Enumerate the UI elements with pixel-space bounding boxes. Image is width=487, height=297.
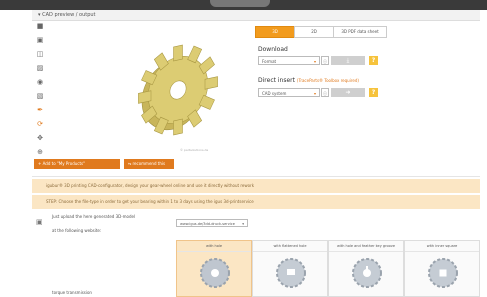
pan-icon[interactable]: ✥ xyxy=(36,134,44,142)
variant-with-hole[interactable]: with hole xyxy=(176,240,252,297)
download-button[interactable]: ⤓ xyxy=(331,56,365,65)
variant-label: with flattened hole xyxy=(253,241,327,252)
toolbox-required-link[interactable]: (TraceParts® Toolbox required) xyxy=(297,78,359,83)
divider xyxy=(32,176,480,177)
variant-feather-key-groove[interactable]: with hole and feather key groove xyxy=(328,240,404,297)
tab-3d[interactable]: 3D xyxy=(255,26,295,38)
share-icon: ⥆ xyxy=(128,161,132,166)
cad-system-select[interactable]: CAD system ▾ xyxy=(258,88,320,97)
format-select[interactable]: Format ▾ xyxy=(258,56,320,65)
gear-keyway-icon xyxy=(352,258,382,288)
website-select[interactable]: www.igus.de/3dd-druck-service ▾ xyxy=(176,219,248,227)
direct-insert-help-button[interactable]: ? xyxy=(369,88,378,97)
variant-label: with hole xyxy=(177,241,251,252)
upload-instruction: Just upload the here generated 3D-model xyxy=(52,214,136,219)
view-front-icon[interactable]: ■ xyxy=(36,22,44,30)
tab-3d-pdf[interactable]: 3D PDF data sheet xyxy=(333,26,387,38)
chevron-down-icon: ▾ xyxy=(313,91,316,96)
measure-icon[interactable]: ✒ xyxy=(36,106,44,114)
zoom-icon[interactable]: ⊕ xyxy=(36,148,44,156)
chevron-down-icon: ▾ xyxy=(313,59,316,64)
shaded-icon[interactable]: ◉ xyxy=(36,78,44,86)
output-tabs: 3D 2D 3D PDF data sheet xyxy=(255,26,387,38)
variant-inner-square[interactable]: with inner square xyxy=(404,240,480,297)
torque-transmission-label: torque transmission xyxy=(52,290,92,295)
tab-2d[interactable]: 2D xyxy=(294,26,334,38)
variant-label: with inner square xyxy=(405,241,479,252)
website-select-value: www.igus.de/3dd-druck-service xyxy=(180,222,235,226)
chevron-down-icon: ▾ xyxy=(242,222,244,226)
top-photo-strip xyxy=(0,0,487,10)
format-info-button[interactable]: ⓘ xyxy=(321,56,329,65)
view-top-icon[interactable]: ◫ xyxy=(36,50,44,58)
file-icon: ▣ xyxy=(36,218,43,226)
info-icon: ⓘ xyxy=(323,59,327,64)
add-to-my-products-button[interactable]: + Add to "My Products" xyxy=(34,159,120,169)
view-iso-icon[interactable]: ▨ xyxy=(36,64,44,72)
wireframe-icon[interactable]: ▧ xyxy=(36,92,44,100)
info-banner-step: STEP: Choose the file-type in order to g… xyxy=(32,195,480,209)
info-banner-intro: igubur® 3D printing CAD-configurator, de… xyxy=(32,179,480,193)
header-image xyxy=(210,0,270,7)
variant-flattened-hole[interactable]: with flattened hole xyxy=(252,240,328,297)
info-icon: ⓘ xyxy=(323,91,327,96)
cad-system-value: CAD system xyxy=(262,91,287,96)
gear-copyright: © partsolutions.de xyxy=(180,148,209,152)
cad-info-button[interactable]: ⓘ xyxy=(321,88,329,97)
gear-flattened-hole-icon xyxy=(276,258,306,288)
view-side-icon[interactable]: ▣ xyxy=(36,36,44,44)
gear-inner-square-icon xyxy=(428,258,458,288)
panel-header[interactable]: ▾ CAD preview / output xyxy=(32,10,480,21)
rotate-icon[interactable]: ⟳ xyxy=(36,120,44,128)
arrow-right-icon: ➜ xyxy=(345,89,351,96)
upload-website-label: at the following website: xyxy=(52,228,102,233)
gear-3d-viewer[interactable] xyxy=(100,28,250,158)
viewer-toolbar: ■ ▣ ◫ ▨ ◉ ▧ ✒ ⟳ ✥ ⊕ xyxy=(34,22,48,162)
gear-with-hole-icon xyxy=(200,258,230,288)
download-title: Download xyxy=(258,46,288,53)
download-help-button[interactable]: ? xyxy=(369,56,378,65)
variant-label: with hole and feather key groove xyxy=(329,241,403,252)
gear-model xyxy=(138,44,218,136)
direct-insert-title: Direct insert (TraceParts® Toolbox requi… xyxy=(258,77,359,84)
direct-insert-button[interactable]: ➜ xyxy=(331,88,365,97)
format-select-value: Format xyxy=(262,59,277,64)
panel-title: ▾ CAD preview / output xyxy=(38,12,96,18)
recommend-product-button[interactable]: ⥆ recommend this Product xyxy=(124,159,174,176)
download-icon: ⤓ xyxy=(346,57,350,64)
